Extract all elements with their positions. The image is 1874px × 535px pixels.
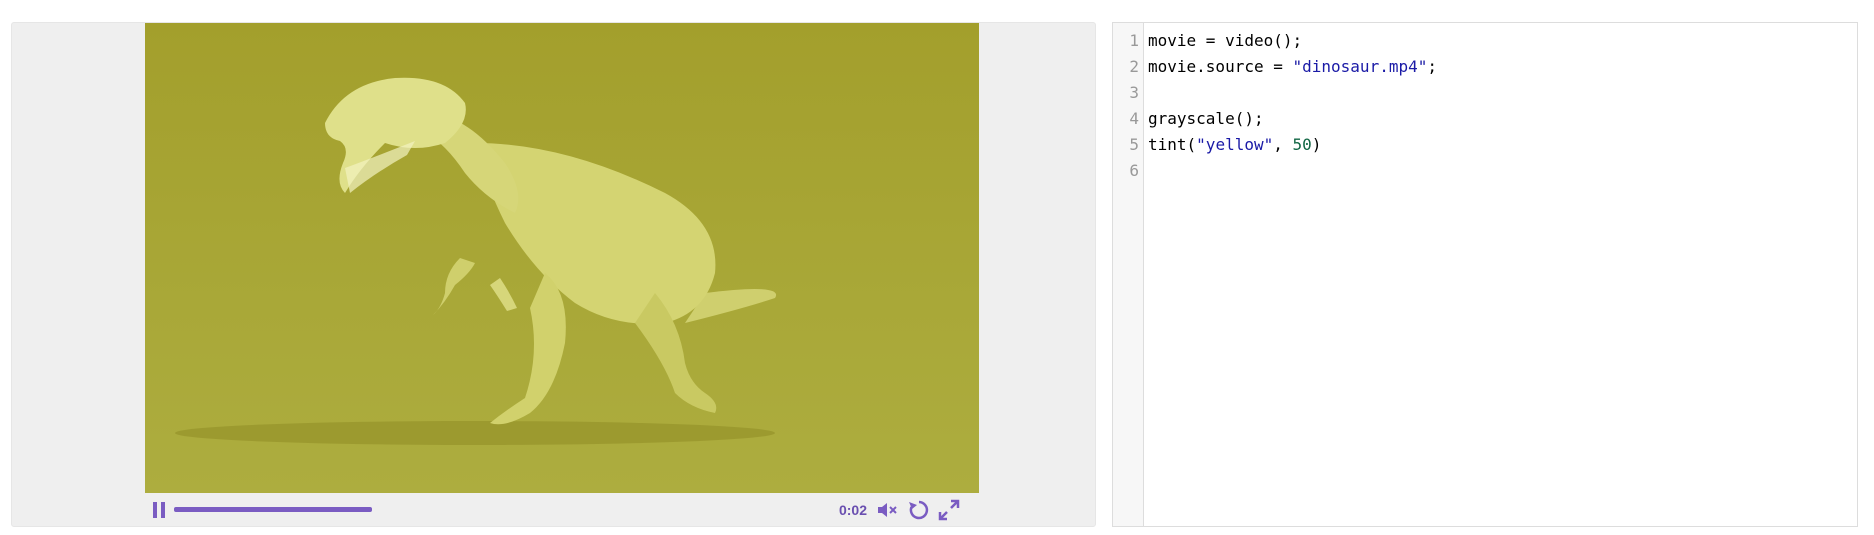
replay-icon [909,500,929,520]
code-line[interactable]: 1 movie = video(); [1113,28,1857,54]
code-text: tint("yellow", 50) [1148,132,1321,158]
fullscreen-button[interactable] [937,499,961,521]
code-text: movie = video(); [1148,28,1302,54]
line-number: 6 [1129,161,1139,180]
code-token: movie = video(); [1148,31,1303,50]
line-number: 4 [1129,109,1139,128]
code-line[interactable]: 4 grayscale(); [1113,106,1857,132]
code-line[interactable]: 2 movie.source = "dinosaur.mp4"; [1113,54,1857,80]
pause-button[interactable] [153,502,167,518]
line-number: 2 [1129,57,1139,76]
line-number: 3 [1129,83,1139,102]
code-token: movie.source = [1148,57,1293,76]
pause-icon [153,502,157,518]
code-editor[interactable]: 1 movie = video(); 2 movie.source = "dinosa… [1112,22,1858,527]
time-display: 0:02 [838,502,867,518]
dinosaur-image [175,77,777,445]
line-number: 5 [1129,135,1139,154]
mute-icon [878,503,897,517]
line-number: 1 [1129,31,1139,50]
code-line[interactable]: 6 [1113,158,1857,184]
fullscreen-icon [938,499,960,521]
code-token: ; [1427,57,1437,76]
number-token: 50 [1292,135,1312,154]
video-player: 0:02 [11,22,1096,527]
replay-button[interactable] [907,499,931,521]
mute-button[interactable] [876,499,900,521]
code-token: grayscale(); [1148,109,1264,128]
code-line[interactable]: 5 tint("yellow", 50) [1113,132,1857,158]
string-token: "yellow" [1196,135,1274,154]
code-token: ) [1311,135,1322,154]
video-frame[interactable] [145,23,979,493]
video-controls: 0:02 [145,493,979,525]
code-token: , [1273,135,1293,154]
progress-fill [174,507,372,512]
code-text: grayscale(); [1148,106,1264,132]
code-token: tint( [1148,135,1197,154]
string-token: "dinosaur.mp4" [1292,57,1428,76]
code-line[interactable]: 3 [1113,80,1857,106]
progress-bar[interactable] [174,507,694,512]
code-text: movie.source = "dinosaur.mp4"; [1148,54,1437,80]
